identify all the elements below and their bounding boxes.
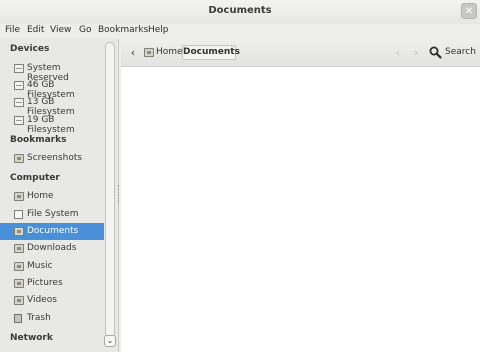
search-button[interactable]: Search xyxy=(427,45,477,61)
sidebar-item-label: Home xyxy=(27,191,54,201)
trash-icon xyxy=(14,314,22,323)
folder-icon xyxy=(14,244,24,253)
sidebar-heading-network: Network xyxy=(10,333,53,343)
search-icon xyxy=(429,46,442,59)
next-location-button[interactable]: › xyxy=(409,46,423,60)
sidebar-scrollbar[interactable] xyxy=(105,42,115,346)
sidebar-item-file-system[interactable]: File System xyxy=(0,206,104,223)
previous-location-button[interactable]: ‹ xyxy=(391,46,405,60)
sidebar-item-label: File System xyxy=(27,209,79,219)
sidebar-item-music[interactable]: Music xyxy=(0,258,104,275)
drive-icon xyxy=(14,64,24,73)
filesystem-icon xyxy=(14,210,23,219)
sidebar-heading-bookmarks: Bookmarks xyxy=(10,135,67,145)
sidebar-item-46gb-filesystem[interactable]: 46 GB Filesystem xyxy=(0,77,104,100)
sidebar-item-home[interactable]: Home xyxy=(0,188,104,205)
sidebar-item-label: Downloads xyxy=(27,243,77,253)
menu-file[interactable]: File xyxy=(5,25,20,35)
sidebar-heading-computer: Computer xyxy=(10,173,60,183)
home-folder-icon xyxy=(144,48,154,57)
search-label: Search xyxy=(445,47,476,57)
sidebar: Devices System Reserved 46 GB Filesystem… xyxy=(0,39,119,352)
menu-help[interactable]: Help xyxy=(148,25,169,35)
sidebar-item-system-reserved[interactable]: System Reserved xyxy=(0,60,104,83)
back-button[interactable]: ‹ xyxy=(127,46,139,60)
sidebar-item-documents[interactable]: Documents xyxy=(0,223,104,240)
menu-bookmarks[interactable]: Bookmarks xyxy=(98,25,148,35)
folder-icon xyxy=(14,279,24,288)
sidebar-item-13gb-filesystem[interactable]: 13 GB Filesystem xyxy=(0,94,104,117)
home-folder-icon xyxy=(14,192,24,201)
window-title: Documents xyxy=(208,5,272,16)
sidebar-item-videos[interactable]: Videos xyxy=(0,292,104,309)
breadcrumb-documents[interactable]: Documents xyxy=(182,45,240,60)
menu-go[interactable]: Go xyxy=(79,25,91,35)
sidebar-item-label: Pictures xyxy=(27,278,63,288)
folder-icon xyxy=(14,227,24,236)
sidebar-item-trash[interactable]: Trash xyxy=(0,310,104,327)
menu-edit[interactable]: Edit xyxy=(27,25,44,35)
sidebar-item-downloads[interactable]: Downloads xyxy=(0,240,104,257)
sidebar-item-label: Screenshots xyxy=(27,153,83,163)
drive-icon xyxy=(14,81,24,90)
drive-icon xyxy=(14,98,24,107)
folder-icon xyxy=(14,296,24,305)
title-bar: Documents ✕ xyxy=(0,0,480,25)
sidebar-item-label: Trash xyxy=(27,313,51,323)
folder-icon xyxy=(14,154,24,163)
menu-view[interactable]: View xyxy=(50,25,71,35)
sidebar-item-label: Music xyxy=(27,261,53,271)
location-toolbar: ‹ Home Documents ‹ › Search xyxy=(121,40,480,67)
breadcrumb-home-label: Home xyxy=(156,47,183,57)
sidebar-item-screenshots[interactable]: Screenshots xyxy=(0,150,104,167)
drive-icon xyxy=(14,116,24,125)
sidebar-heading-devices: Devices xyxy=(10,44,50,54)
chevron-down-icon[interactable]: ⌄ xyxy=(104,335,116,347)
sidebar-item-19gb-filesystem[interactable]: 19 GB Filesystem xyxy=(0,112,104,135)
menu-bar: File Edit View Go Bookmarks Help xyxy=(0,24,480,38)
sidebar-item-pictures[interactable]: Pictures xyxy=(0,275,104,292)
sidebar-item-label: Documents xyxy=(27,226,79,236)
folder-icon xyxy=(14,262,24,271)
close-button[interactable]: ✕ xyxy=(461,3,477,19)
sidebar-item-label: Videos xyxy=(27,295,57,305)
file-manager-window: Documents ✕ File Edit View Go Bookmarks … xyxy=(0,0,480,352)
file-view[interactable] xyxy=(121,67,480,352)
sidebar-item-label: 19 GB Filesystem xyxy=(27,115,75,135)
